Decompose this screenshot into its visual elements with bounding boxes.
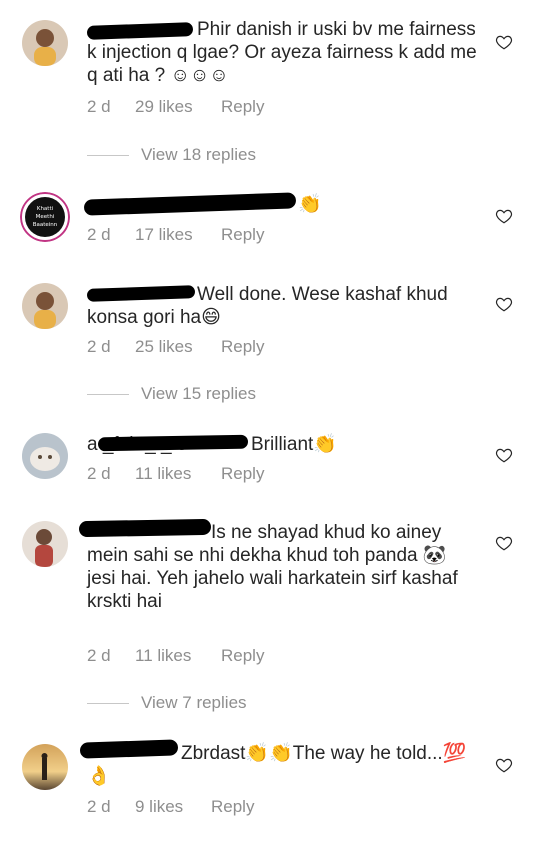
avatar[interactable] [22,744,68,790]
replies-divider [87,154,129,156]
reply-button[interactable]: Reply [221,97,264,117]
reply-button[interactable]: Reply [221,464,264,484]
comment-text: Well done. Wese kashaf khud konsa gori h… [87,284,448,328]
like-count[interactable]: 11 likes [135,464,221,484]
view-replies-button[interactable]: View 18 replies [87,145,256,165]
heart-icon[interactable] [495,756,513,774]
avatar[interactable] [22,521,68,567]
comment-meta: 2 d 11 likes Reply [87,464,264,484]
view-replies-button[interactable]: View 7 replies [87,693,247,713]
like-count[interactable]: 11 likes [135,646,221,666]
like-count[interactable]: 9 likes [135,797,211,817]
redacted-username [97,434,249,452]
comment-meta: 2 d 29 likes Reply [87,97,264,117]
heart-icon[interactable] [495,446,513,464]
comment-time: 2 d [87,797,111,816]
comment-text: Brilliant👏 [251,434,337,455]
avatar-line-2: Meethi [36,214,55,220]
view-replies-label: View 18 replies [141,145,256,164]
reply-button[interactable]: Reply [221,225,264,245]
heart-icon[interactable] [495,534,513,552]
like-count[interactable]: 17 likes [135,225,221,245]
comment-time: 2 d [87,646,111,665]
avatar[interactable] [22,20,68,66]
comment-meta: 2 d 17 likes Reply [87,225,264,245]
comment-text: 👏 [298,194,322,215]
heart-icon[interactable] [495,33,513,51]
comment-meta: 2 d 9 likes Reply [87,797,254,817]
view-replies-button[interactable]: View 15 replies [87,384,256,404]
view-replies-label: View 7 replies [141,693,247,712]
reply-button[interactable]: Reply [221,337,264,357]
heart-icon[interactable] [495,207,513,225]
heart-icon[interactable] [495,295,513,313]
reply-button[interactable]: Reply [211,797,254,817]
like-count[interactable]: 29 likes [135,97,221,117]
avatar-line-1: Khatti [37,206,54,212]
avatar[interactable] [22,433,68,479]
comment-text: Zbrdast👏👏The way he told...💯👌 [87,743,467,787]
comment-text: Is ne shayad khud ko ainey mein sahi se … [87,522,458,612]
avatar[interactable]: Khatti Meethi Baateinn [20,192,70,242]
avatar[interactable] [22,283,68,329]
replies-divider [87,393,129,395]
comment-time: 2 d [87,464,111,483]
replies-divider [87,702,129,704]
reply-button[interactable]: Reply [221,646,264,666]
comment-time: 2 d [87,337,111,356]
redacted-username [83,192,297,216]
comment-time: 2 d [87,225,111,244]
comment-text: Phir danish ir uski bv me fairness k inj… [87,19,477,86]
like-count[interactable]: 25 likes [135,337,221,357]
comment-meta: 2 d 25 likes Reply [87,337,264,357]
comment-time: 2 d [87,97,111,116]
comment-meta: 2 d 11 likes Reply [87,646,264,666]
view-replies-label: View 15 replies [141,384,256,403]
avatar-line-3: Baateinn [33,222,58,228]
